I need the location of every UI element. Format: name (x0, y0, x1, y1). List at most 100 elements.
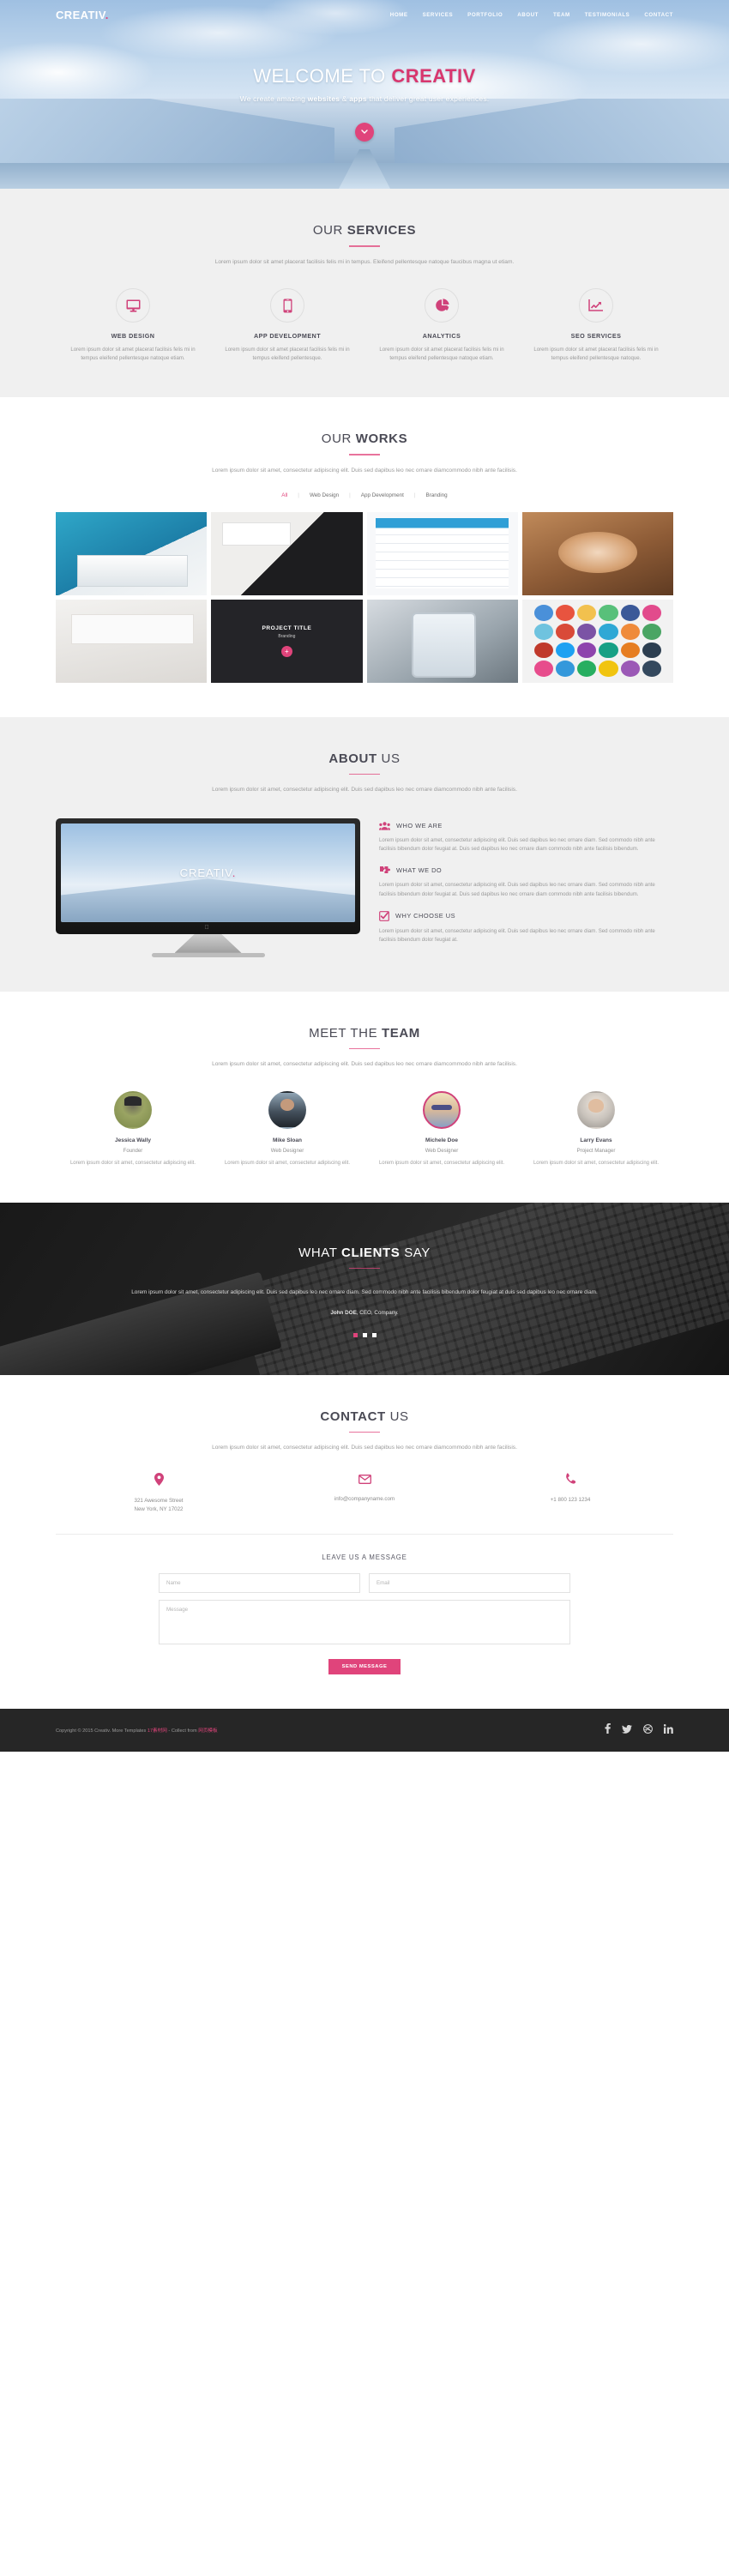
work-item-project-title[interactable]: PROJECT TITLE Branding + (211, 599, 363, 683)
form-title: LEAVE US A MESSAGE (322, 1553, 407, 1562)
copyright-text-a: Copyright © 2015 Creativ. More Templates (56, 1728, 148, 1734)
form-row (159, 1573, 570, 1594)
work-overlay-subtitle: Branding (278, 633, 296, 639)
name-input[interactable] (159, 1573, 360, 1594)
services-title-bold: SERVICES (346, 223, 417, 238)
testimonial-dot-3[interactable] (371, 1332, 377, 1337)
team-header: MEET THE TEAM Lorem ipsum dolor sit amet… (56, 1026, 673, 1069)
avatar (114, 1091, 152, 1130)
scroll-down-button[interactable] (355, 123, 374, 142)
team-member[interactable]: Michele Doe Web Designer Lorem ipsum dol… (364, 1091, 519, 1168)
service-card-app-development[interactable]: APP DEVELOPMENT Lorem ipsum dolor sit am… (210, 288, 364, 363)
works-filters: All | Web Design | App Development | Bra… (56, 492, 673, 498)
app-icon (556, 605, 575, 621)
filter-app-development[interactable]: App Development (359, 492, 406, 498)
nav-item-team[interactable]: TEAM (553, 12, 570, 18)
work-item[interactable] (56, 511, 208, 595)
app-icon (620, 605, 640, 621)
team-lead: Lorem ipsum dolor sit amet, consectetur … (212, 1061, 517, 1068)
nav-item-contact[interactable]: CONTACT (644, 12, 673, 18)
email-input[interactable] (369, 1573, 570, 1594)
filter-separator: | (298, 492, 299, 498)
copyright-link-1[interactable]: 17素材网 (148, 1728, 167, 1734)
team-member-name: Michele Doe (425, 1137, 458, 1144)
app-icon (533, 661, 554, 677)
linkedin-icon[interactable] (663, 1722, 673, 1738)
testimonials-title-plain: WHAT (298, 1245, 342, 1260)
apple-logo-icon:  (205, 925, 209, 931)
team-section: MEET THE TEAM Lorem ipsum dolor sit amet… (0, 991, 729, 1203)
nav-item-home[interactable]: HOME (390, 12, 408, 18)
app-icon (577, 661, 597, 677)
services-lead: Lorem ipsum dolor sit amet placerat faci… (214, 258, 515, 265)
about-item-header: WHO WE ARE (379, 822, 673, 830)
work-item[interactable] (521, 511, 673, 595)
nav-item-services[interactable]: SERVICES (423, 12, 454, 18)
service-card-web-design[interactable]: WEB DESIGN Lorem ipsum dolor sit amet pl… (56, 288, 210, 363)
monitor-screen-text: CREATIV. (180, 866, 237, 879)
testimonial-dot-1[interactable] (352, 1332, 358, 1337)
service-card-analytics[interactable]: ANALYTICS Lorem ipsum dolor sit amet pla… (364, 288, 519, 363)
services-rule (349, 245, 380, 247)
nav-item-portfolio[interactable]: PORTFOLIO (467, 12, 503, 18)
testimonial-author-role: , CEO, Company. (356, 1309, 399, 1316)
monitor-stand (174, 933, 242, 953)
about-item-header: WHY CHOOSE US (379, 910, 673, 921)
contact-address-line2: New York, NY 17022 (134, 1505, 184, 1512)
work-item[interactable] (211, 511, 363, 595)
logo-dot: . (105, 8, 109, 21)
contact-info: 321 Awesome Street New York, NY 17022 in… (56, 1472, 673, 1535)
hero-building-background (0, 99, 729, 189)
contact-address: 321 Awesome Street New York, NY 17022 (56, 1472, 262, 1513)
nav-links: HOME SERVICES PORTFOLIO ABOUT TEAM TESTI… (390, 12, 673, 18)
phone-icon (565, 1473, 575, 1484)
about-section: ABOUT US Lorem ipsum dolor sit amet, con… (0, 716, 729, 992)
send-message-button[interactable]: SEND MESSAGE (328, 1659, 401, 1675)
work-overlay-plus-button[interactable]: + (280, 645, 292, 657)
nav-item-about[interactable]: ABOUT (517, 12, 539, 18)
team-member-bio: Lorem ipsum dolor sit amet, consectetur … (533, 1161, 660, 1167)
monitor-screen: CREATIV. (61, 823, 355, 922)
team-title-bold: TEAM (381, 1025, 420, 1041)
filter-separator: | (349, 492, 351, 498)
contact-phone: +1 800 123 1234 (467, 1473, 673, 1513)
app-icon (599, 661, 618, 677)
dribbble-icon[interactable] (643, 1722, 653, 1738)
pie-chart-icon (435, 299, 449, 311)
hero-content: WELCOME TO CREATIV We create amazing web… (0, 29, 729, 103)
work-item[interactable] (56, 599, 208, 683)
avatar (577, 1091, 615, 1130)
team-member-role: Founder (123, 1148, 143, 1155)
message-textarea[interactable] (159, 1600, 570, 1645)
testimonials-content: WHAT CLIENTS SAY Lorem ipsum dolor sit a… (0, 1246, 729, 1337)
facebook-icon[interactable] (605, 1722, 611, 1738)
work-item[interactable] (366, 599, 518, 683)
copyright-link-2[interactable]: 网页模板 (198, 1728, 217, 1734)
team-member[interactable]: Mike Sloan Web Designer Lorem ipsum dolo… (210, 1091, 364, 1168)
testimonial-dot-2[interactable] (362, 1332, 367, 1337)
nav-item-testimonials[interactable]: TESTIMONIALS (585, 12, 630, 18)
services-title-plain: OUR (312, 223, 347, 238)
contact-email-value[interactable]: info@companyname.com (262, 1495, 467, 1504)
filter-web-design[interactable]: Web Design (308, 492, 340, 498)
team-title: MEET THE TEAM (56, 1026, 673, 1041)
puzzle-icon (380, 866, 390, 874)
service-card-seo-services[interactable]: SEO SERVICES Lorem ipsum dolor sit amet … (519, 288, 673, 363)
logo[interactable]: CREATIV. (56, 9, 109, 21)
twitter-icon[interactable] (622, 1722, 632, 1738)
work-item-icons[interactable] (521, 599, 673, 683)
filter-branding[interactable]: Branding (424, 492, 449, 498)
service-icon-ring (579, 288, 613, 323)
hero-title: WELCOME TO CREATIV (0, 65, 729, 87)
filter-all[interactable]: All (280, 492, 289, 498)
contact-phone-value[interactable]: +1 800 123 1234 (467, 1496, 673, 1505)
team-member[interactable]: Larry Evans Project Manager Lorem ipsum … (519, 1091, 673, 1168)
app-icon (642, 661, 661, 677)
about-title-bold: ABOUT (328, 751, 377, 766)
testimonials-header: WHAT CLIENTS SAY (56, 1246, 673, 1270)
monitor-brand: CREATIV (179, 866, 232, 879)
team-member[interactable]: Jessica Wally Founder Lorem ipsum dolor … (56, 1091, 210, 1168)
work-item[interactable] (366, 511, 518, 595)
about-item-title: WHO WE ARE (396, 822, 443, 830)
app-icon (599, 605, 618, 621)
